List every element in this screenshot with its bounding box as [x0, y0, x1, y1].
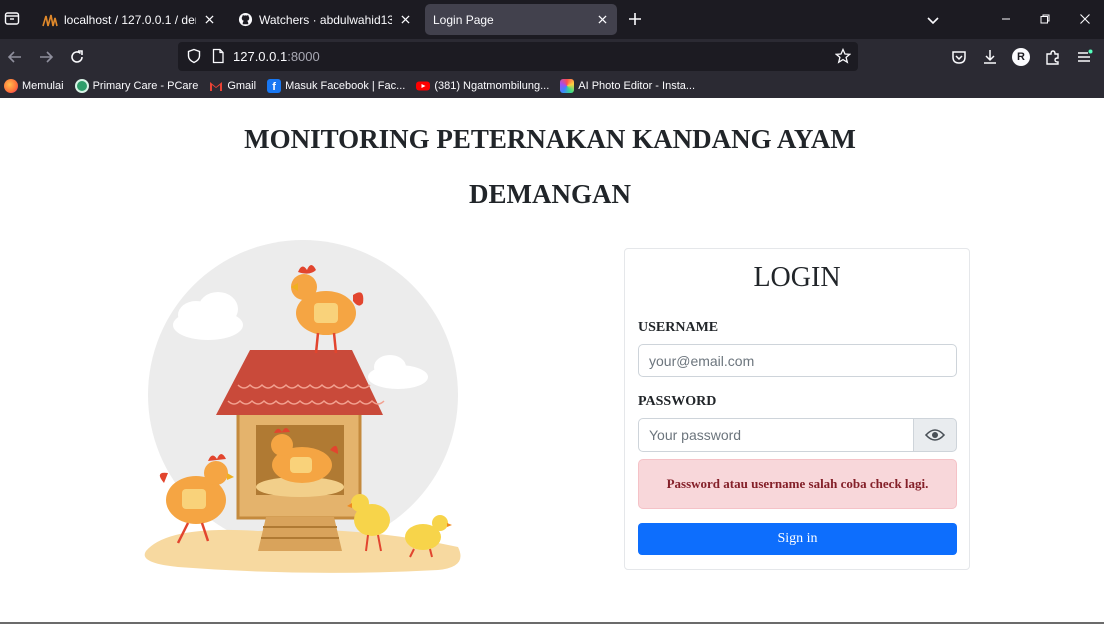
- username-label: USERNAME: [638, 320, 719, 335]
- firefox-icon: [4, 79, 18, 93]
- chicken-coop-illustration: [144, 240, 461, 573]
- browser-nav-bar: 127.0.0.1:8000 R: [0, 39, 1104, 74]
- page-title: MONITORING PETERNAKAN KANDANG AYAM DEMAN…: [0, 112, 1100, 222]
- youtube-icon: [416, 81, 431, 91]
- address-bar[interactable]: 127.0.0.1:8000: [178, 42, 858, 71]
- pocket-icon[interactable]: [950, 48, 968, 66]
- restore-icon[interactable]: [1037, 11, 1053, 27]
- bookmark-star-icon[interactable]: [835, 48, 851, 64]
- menu-icon[interactable]: [1075, 48, 1093, 66]
- bookmark-pcare[interactable]: Primary Care - PCare: [74, 79, 199, 93]
- toggle-password-visibility-button[interactable]: [913, 418, 957, 452]
- close-window-icon[interactable]: [1077, 11, 1093, 27]
- facebook-icon: f: [267, 79, 282, 93]
- bookmark-label: Gmail: [227, 80, 257, 92]
- tab-login-page[interactable]: Login Page: [425, 4, 617, 35]
- bookmark-ai-photo-editor[interactable]: AI Photo Editor - Insta...: [560, 79, 695, 93]
- photo-editor-icon: [560, 79, 575, 93]
- bookmark-label: Memulai: [22, 80, 64, 92]
- sign-in-button[interactable]: Sign in: [638, 523, 957, 555]
- eye-icon: [925, 429, 945, 441]
- tab-title: Login Page: [433, 12, 494, 27]
- new-tab-icon[interactable]: [627, 11, 643, 27]
- close-tab-icon[interactable]: [202, 13, 216, 27]
- download-icon[interactable]: [981, 48, 999, 66]
- tab-list-icon[interactable]: [4, 10, 20, 26]
- gmail-icon: [210, 82, 223, 91]
- chevron-down-icon[interactable]: [925, 12, 941, 28]
- page-title-line2: DEMANGAN: [469, 179, 631, 209]
- page-title-line1: MONITORING PETERNAKAN KANDANG AYAM: [244, 124, 856, 154]
- url-port: :8000: [287, 49, 320, 64]
- tab-phpmyadmin[interactable]: localhost / 127.0.0.1 / demangan: [34, 4, 224, 35]
- profile-avatar[interactable]: R: [1012, 48, 1030, 66]
- bookmark-label: Primary Care - PCare: [92, 80, 199, 92]
- tab-github-watchers[interactable]: Watchers · abdulwahid130103/: [229, 4, 420, 35]
- login-error-alert: Password atau username salah coba check …: [638, 459, 957, 509]
- bookmark-label: AI Photo Editor - Insta...: [578, 80, 696, 92]
- page-info-icon[interactable]: [210, 48, 226, 64]
- url-text[interactable]: 127.0.0.1:8000: [233, 49, 320, 64]
- phpmyadmin-icon: [42, 12, 58, 28]
- tab-title: Watchers · abdulwahid130103/: [259, 12, 392, 27]
- tab-title: localhost / 127.0.0.1 / demangan: [64, 12, 196, 27]
- password-input[interactable]: [638, 418, 914, 452]
- back-arrow-icon[interactable]: [6, 48, 24, 66]
- bookmark-label: (381) Ngatmombilung...: [434, 80, 550, 92]
- url-host: 127.0.0.1: [233, 49, 288, 64]
- pcare-icon: [74, 79, 89, 93]
- close-tab-icon[interactable]: [595, 13, 609, 27]
- bookmark-label: Masuk Facebook | Fac...: [285, 80, 406, 92]
- minimize-icon[interactable]: [998, 11, 1014, 27]
- close-tab-icon[interactable]: [398, 13, 412, 27]
- extensions-icon[interactable]: [1044, 48, 1062, 66]
- password-label: PASSWORD: [638, 394, 717, 409]
- bookmark-gmail[interactable]: Gmail: [209, 79, 256, 93]
- bookmark-memulai[interactable]: Memulai: [4, 79, 64, 93]
- bookmarks-bar: Memulai Primary Care - PCare Gmail f Mas…: [0, 74, 1104, 98]
- github-icon: [237, 12, 253, 28]
- browser-tab-bar: localhost / 127.0.0.1 / demangan Watcher…: [0, 0, 1104, 39]
- username-input[interactable]: [638, 344, 957, 377]
- shield-icon[interactable]: [186, 48, 202, 64]
- bookmark-youtube[interactable]: (381) Ngatmombilung...: [416, 79, 549, 93]
- bookmark-facebook[interactable]: f Masuk Facebook | Fac...: [267, 79, 405, 93]
- login-heading: LOGIN: [753, 262, 841, 293]
- forward-arrow-icon[interactable]: [37, 48, 55, 66]
- reload-icon[interactable]: [68, 48, 86, 66]
